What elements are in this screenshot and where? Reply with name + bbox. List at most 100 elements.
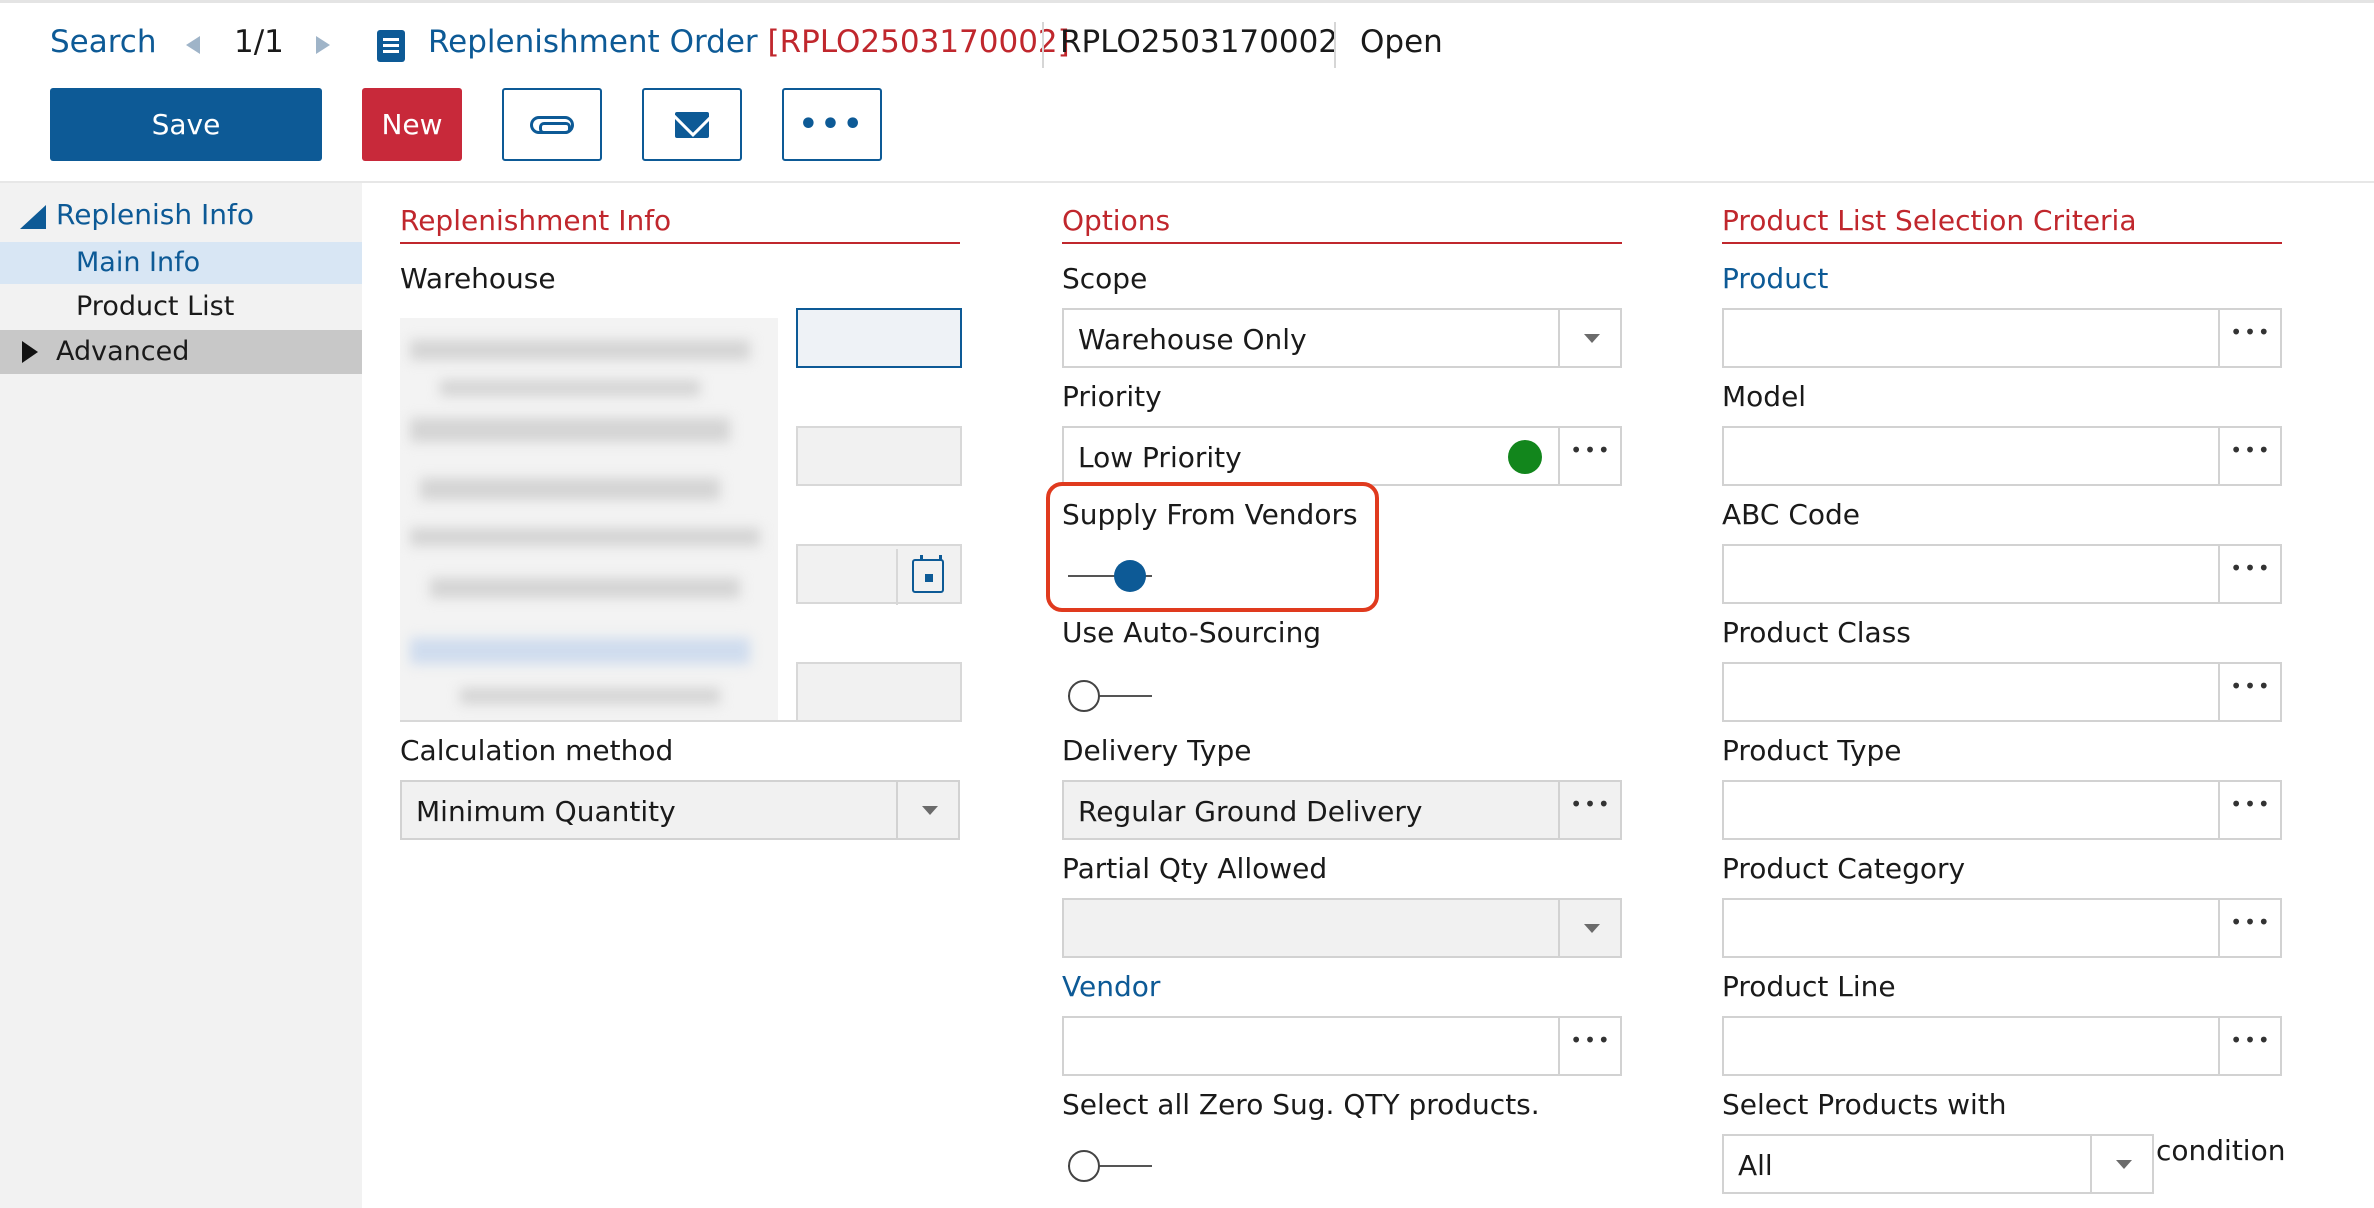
section-replenishment-info: Replenishment Info bbox=[400, 204, 960, 244]
previous-record-icon[interactable] bbox=[186, 36, 200, 54]
abc-code-label: ABC Code bbox=[1722, 498, 1861, 531]
redacted-fields bbox=[400, 318, 778, 720]
condition-label: condition bbox=[2156, 1134, 2286, 1167]
sidebar-item-label: Product List bbox=[76, 291, 235, 322]
section-product-criteria: Product List Selection Criteria bbox=[1722, 204, 2282, 244]
use-auto-sourcing-toggle[interactable] bbox=[1062, 678, 1152, 714]
sidebar-item-label: Main Info bbox=[76, 247, 201, 278]
zero-sug-qty-toggle[interactable] bbox=[1062, 1148, 1152, 1184]
field-underline bbox=[400, 720, 962, 722]
calendar-icon bbox=[912, 555, 944, 593]
ellipsis-lookup-button[interactable] bbox=[2218, 664, 2282, 720]
calculation-method-value: Minimum Quantity bbox=[416, 795, 676, 828]
ellipsis-lookup-button[interactable] bbox=[2218, 428, 2282, 484]
use-auto-sourcing-label: Use Auto-Sourcing bbox=[1062, 616, 1322, 649]
document-icon bbox=[377, 30, 405, 62]
section-options: Options bbox=[1062, 204, 1622, 244]
ellipsis-lookup-button[interactable] bbox=[1558, 428, 1622, 484]
model-label: Model bbox=[1722, 380, 1807, 413]
attachment-button[interactable] bbox=[502, 88, 602, 161]
delivery-type-field[interactable]: Regular Ground Delivery bbox=[1062, 780, 1622, 840]
status-badge: Open bbox=[1360, 24, 1443, 60]
ellipsis-lookup-button[interactable] bbox=[2218, 1018, 2282, 1074]
product-line-field[interactable] bbox=[1722, 1016, 2282, 1076]
warehouse-input[interactable] bbox=[796, 308, 962, 368]
ellipsis-lookup-button[interactable] bbox=[2218, 900, 2282, 956]
product-class-field[interactable] bbox=[1722, 662, 2282, 722]
scope-label: Scope bbox=[1062, 262, 1148, 295]
scope-value: Warehouse Only bbox=[1078, 323, 1307, 356]
product-category-field[interactable] bbox=[1722, 898, 2282, 958]
readonly-field bbox=[796, 662, 962, 722]
section-title: Product List Selection Criteria bbox=[1722, 204, 2137, 237]
abc-code-field[interactable] bbox=[1722, 544, 2282, 604]
page-title-text: Replenishment Order bbox=[428, 24, 758, 60]
ellipsis-lookup-button[interactable] bbox=[2218, 782, 2282, 838]
select-products-with-value: All bbox=[1738, 1149, 1773, 1182]
model-field[interactable] bbox=[1722, 426, 2282, 486]
sidebar-group-replenish-info[interactable]: Replenish Info bbox=[0, 194, 362, 234]
chevron-down-icon[interactable] bbox=[896, 782, 958, 838]
supply-from-vendors-toggle[interactable] bbox=[1062, 558, 1152, 594]
priority-value: Low Priority bbox=[1078, 441, 1242, 474]
collapsed-triangle-icon bbox=[22, 341, 38, 363]
readonly-field bbox=[796, 426, 962, 486]
sidebar-item-main-info[interactable]: Main Info bbox=[0, 242, 362, 284]
header-bar: Search 1/1 Replenishment Order [RPLO2503… bbox=[0, 0, 2374, 90]
header-divider bbox=[1042, 22, 1044, 68]
sidebar: Replenish Info Main Info Product List Ad… bbox=[0, 183, 362, 1208]
save-button[interactable]: Save bbox=[50, 88, 322, 161]
section-title: Replenishment Info bbox=[400, 204, 672, 237]
ellipsis-lookup-button[interactable] bbox=[1558, 782, 1622, 838]
scope-select[interactable]: Warehouse Only bbox=[1062, 308, 1622, 368]
record-pager: 1/1 bbox=[234, 24, 284, 60]
priority-label: Priority bbox=[1062, 380, 1162, 413]
priority-status-icon bbox=[1508, 440, 1542, 474]
chevron-down-icon[interactable] bbox=[1558, 900, 1620, 956]
sidebar-group-label: Replenish Info bbox=[56, 198, 254, 231]
header-divider bbox=[1334, 22, 1336, 68]
chevron-down-icon[interactable] bbox=[2090, 1136, 2152, 1192]
search-link[interactable]: Search bbox=[50, 24, 157, 60]
next-record-icon[interactable] bbox=[316, 36, 330, 54]
delivery-type-value: Regular Ground Delivery bbox=[1078, 795, 1423, 828]
partial-qty-select[interactable] bbox=[1062, 898, 1622, 958]
page-title-code: [RPLO2503170002] bbox=[767, 24, 1070, 60]
select-products-with-label: Select Products with bbox=[1722, 1088, 2007, 1121]
select-products-with-select[interactable]: All bbox=[1722, 1134, 2154, 1194]
product-line-label: Product Line bbox=[1722, 970, 1896, 1003]
expanded-triangle-icon bbox=[20, 205, 46, 229]
sidebar-item-label: Advanced bbox=[56, 336, 190, 367]
chevron-down-icon[interactable] bbox=[1558, 310, 1620, 366]
email-button[interactable] bbox=[642, 88, 742, 161]
warehouse-label: Warehouse bbox=[400, 262, 556, 295]
more-actions-button[interactable]: ••• bbox=[782, 88, 882, 161]
sidebar-item-advanced[interactable]: Advanced bbox=[0, 330, 362, 374]
ellipsis-lookup-button[interactable] bbox=[2218, 310, 2282, 366]
ellipsis-lookup-button[interactable] bbox=[2218, 546, 2282, 602]
product-link-label[interactable]: Product bbox=[1722, 262, 1828, 295]
envelope-icon bbox=[675, 111, 709, 138]
delivery-type-label: Delivery Type bbox=[1062, 734, 1252, 767]
priority-field[interactable]: Low Priority bbox=[1062, 426, 1622, 486]
supply-from-vendors-label: Supply From Vendors bbox=[1062, 498, 1358, 531]
date-picker-button[interactable] bbox=[896, 549, 954, 605]
vendor-field[interactable] bbox=[1062, 1016, 1622, 1076]
zero-sug-qty-label: Select all Zero Sug. QTY products. bbox=[1062, 1088, 1540, 1121]
section-title: Options bbox=[1062, 204, 1171, 237]
vendor-link-label[interactable]: Vendor bbox=[1062, 970, 1160, 1003]
new-button[interactable]: New bbox=[362, 88, 462, 161]
toggle-knob bbox=[1068, 1150, 1100, 1182]
toggle-knob bbox=[1068, 680, 1100, 712]
sidebar-item-product-list[interactable]: Product List bbox=[0, 286, 362, 328]
paperclip-icon bbox=[530, 115, 574, 134]
product-category-label: Product Category bbox=[1722, 852, 1966, 885]
calculation-method-select[interactable]: Minimum Quantity bbox=[400, 780, 960, 840]
product-field[interactable] bbox=[1722, 308, 2282, 368]
product-class-label: Product Class bbox=[1722, 616, 1911, 649]
product-type-label: Product Type bbox=[1722, 734, 1902, 767]
ellipsis-lookup-button[interactable] bbox=[1558, 1018, 1622, 1074]
document-number: RPLO2503170002 bbox=[1060, 24, 1339, 60]
calculation-method-label: Calculation method bbox=[400, 734, 674, 767]
product-type-field[interactable] bbox=[1722, 780, 2282, 840]
